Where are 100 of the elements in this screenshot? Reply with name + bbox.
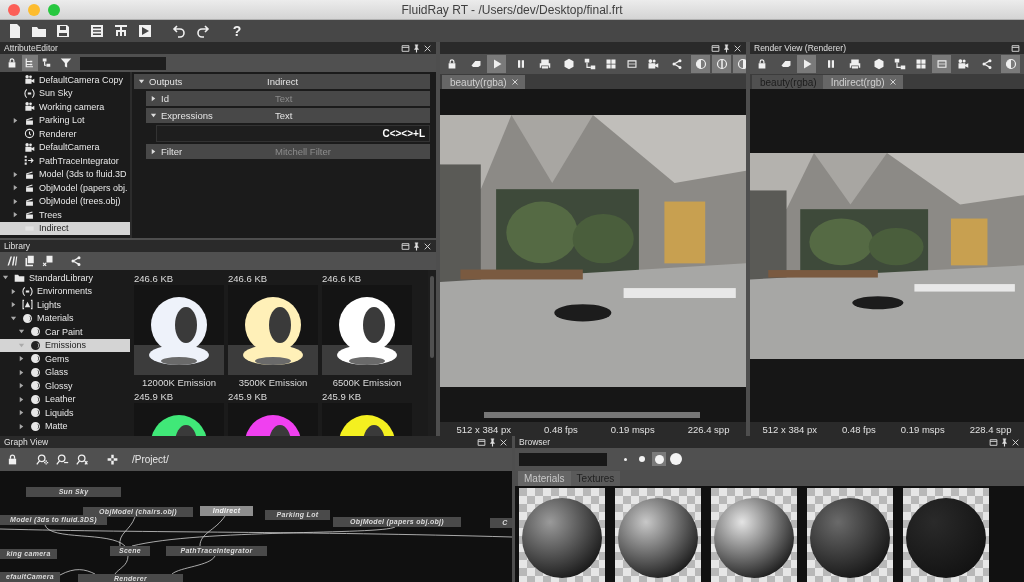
expression-field[interactable]: C<><>+L bbox=[156, 125, 430, 142]
file-size: 246.6 KB bbox=[134, 272, 175, 285]
close-button[interactable] bbox=[423, 241, 432, 251]
undo-icon bbox=[171, 23, 187, 39]
property-row[interactable]: Id Text bbox=[146, 91, 430, 106]
tree-item[interactable]: StandardLibrary bbox=[0, 271, 130, 285]
pin-icon bbox=[722, 43, 731, 53]
tab[interactable]: beauty(rgba) bbox=[442, 75, 525, 89]
clapper-icon bbox=[24, 209, 35, 221]
tree-item[interactable]: PathTraceIntegrator bbox=[0, 154, 130, 168]
property-row[interactable]: Expressions Text bbox=[146, 108, 430, 123]
contrast-icon bbox=[694, 58, 707, 70]
tree-item[interactable]: DefaultCamera Copy bbox=[0, 73, 130, 87]
tree-item[interactable]: DefaultCamera bbox=[0, 140, 130, 154]
tree-item[interactable]: ObjModel (trees.obj) bbox=[0, 194, 130, 208]
float-window-button[interactable] bbox=[477, 437, 486, 447]
status-text: 228.4 spp bbox=[969, 423, 1012, 435]
tab[interactable]: Indirect(rgb) bbox=[822, 75, 903, 89]
tree-item[interactable]: Glass bbox=[0, 365, 130, 379]
redo-icon bbox=[195, 23, 211, 39]
tree-item[interactable]: Environments bbox=[0, 284, 130, 298]
connector-line bbox=[114, 555, 129, 575]
close-icon bbox=[888, 78, 897, 86]
float-window-button[interactable] bbox=[401, 43, 410, 53]
panel-title: Library bbox=[4, 241, 30, 251]
tree-item[interactable]: ObjModel (papers obj. bbox=[0, 181, 130, 195]
tree-item[interactable]: Renderer bbox=[0, 127, 130, 141]
float-window-button[interactable] bbox=[401, 241, 410, 251]
window-title: FluidRay RT - /Users/dev/Desktop/final.frt bbox=[401, 2, 623, 17]
tree-item[interactable]: Lights bbox=[0, 298, 130, 312]
close-icon bbox=[423, 241, 432, 251]
undo-button[interactable] bbox=[170, 22, 188, 40]
float-window-button[interactable] bbox=[711, 43, 720, 53]
tree-item[interactable]: Trees bbox=[0, 208, 130, 222]
tree-item[interactable]: Leather bbox=[0, 392, 130, 406]
pin-icon bbox=[412, 241, 421, 251]
pin-button[interactable] bbox=[412, 241, 421, 251]
tab[interactable]: Materials bbox=[518, 471, 571, 486]
tree-item[interactable]: Emissions bbox=[0, 338, 130, 352]
link-icon bbox=[583, 58, 596, 70]
float-window-icon bbox=[711, 43, 720, 53]
play-button[interactable] bbox=[487, 55, 506, 73]
tree-item[interactable]: Working camera bbox=[0, 100, 130, 114]
tree-item[interactable]: Materials bbox=[0, 311, 130, 325]
clock-icon bbox=[24, 128, 35, 140]
size-button[interactable] bbox=[652, 452, 666, 466]
eraser-icon bbox=[779, 58, 792, 70]
tree-item[interactable]: Liquids bbox=[0, 406, 130, 420]
float-window-button[interactable] bbox=[989, 437, 998, 447]
pin-button[interactable] bbox=[722, 43, 731, 53]
zoom-reset-button[interactable] bbox=[74, 451, 90, 468]
zoom-in-icon bbox=[35, 453, 49, 466]
tree-item[interactable]: Glossy bbox=[0, 379, 130, 393]
contrast-button[interactable] bbox=[1001, 55, 1020, 73]
float-window-button[interactable] bbox=[1011, 43, 1020, 53]
tree-item[interactable]: Indirect bbox=[0, 221, 130, 235]
search-field[interactable] bbox=[519, 452, 607, 466]
sliders-button[interactable] bbox=[88, 22, 106, 40]
close-button[interactable] bbox=[499, 437, 508, 447]
tree-item[interactable]: Parking Lot bbox=[0, 113, 130, 127]
scrollbar[interactable] bbox=[430, 276, 434, 358]
tree-item[interactable]: Matte bbox=[0, 419, 130, 433]
lock-icon bbox=[6, 57, 18, 69]
contrast-icon bbox=[1004, 58, 1017, 70]
scrollbar[interactable] bbox=[484, 412, 700, 418]
panel-title: Graph View bbox=[4, 437, 49, 447]
plus-icon bbox=[105, 453, 119, 466]
zoom-in-button[interactable] bbox=[34, 451, 50, 468]
contrast-button[interactable] bbox=[691, 55, 710, 73]
document-cross-button[interactable] bbox=[40, 253, 56, 269]
filter-field[interactable] bbox=[80, 56, 166, 70]
pin-button[interactable] bbox=[488, 437, 497, 447]
help-button[interactable]: ? bbox=[228, 22, 246, 40]
play-button[interactable] bbox=[136, 22, 154, 40]
size-button[interactable] bbox=[669, 452, 683, 466]
redo-button[interactable] bbox=[194, 22, 212, 40]
close-button[interactable] bbox=[423, 43, 432, 53]
pin-icon bbox=[488, 437, 497, 447]
tree-item[interactable]: Gems bbox=[0, 352, 130, 366]
slashes-icon bbox=[6, 255, 18, 267]
panel-title: AttributeEditor bbox=[4, 43, 58, 53]
status-text: 0.19 msps bbox=[900, 423, 945, 435]
tree-item[interactable]: Car Paint bbox=[0, 325, 130, 339]
close-icon bbox=[423, 43, 432, 53]
pin-button[interactable] bbox=[412, 43, 421, 53]
eraser-icon bbox=[469, 58, 482, 70]
property-row[interactable]: Outputs Indirect bbox=[134, 74, 430, 89]
tree-item[interactable]: Model (3ds to fluid.3D bbox=[0, 167, 130, 181]
play-button[interactable] bbox=[797, 55, 816, 73]
property-row[interactable]: Filter Mitchell Filter bbox=[146, 144, 430, 159]
share-icon bbox=[670, 58, 683, 70]
close-button[interactable] bbox=[733, 43, 742, 53]
status-text: 0.48 fps bbox=[543, 423, 578, 435]
tree-select-button[interactable] bbox=[22, 55, 38, 71]
close-button[interactable] bbox=[1011, 437, 1020, 447]
pin-button[interactable] bbox=[1000, 437, 1009, 447]
tree-item[interactable]: Sun Sky bbox=[0, 86, 130, 100]
graph-path: /Project/ bbox=[132, 454, 169, 465]
floppy-button[interactable] bbox=[54, 22, 72, 40]
zoom-out-button[interactable] bbox=[54, 451, 70, 468]
